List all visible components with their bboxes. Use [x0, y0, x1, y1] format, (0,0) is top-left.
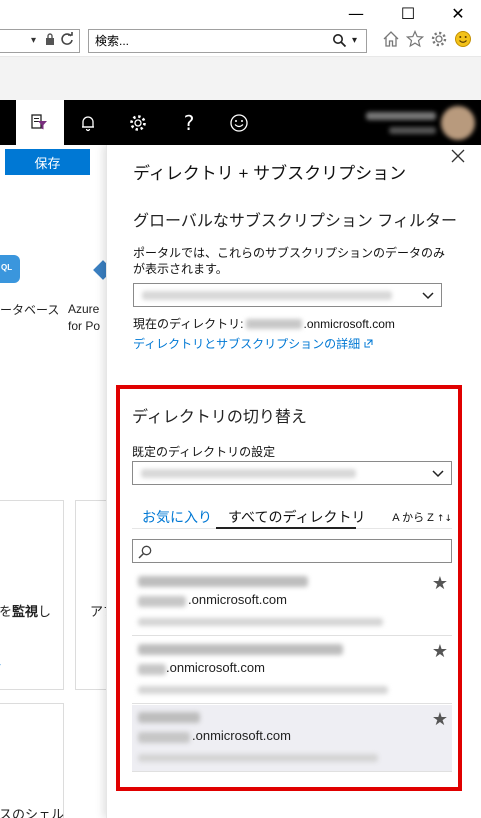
close-window-button[interactable]: ✕ — [446, 4, 470, 24]
favorites-star-icon[interactable] — [404, 29, 426, 52]
switch-directory-section: ディレクトリの切り替え 既定のディレクトリの設定 お気に入り すべてのディレクト… — [116, 385, 462, 791]
portal-settings-gear-icon[interactable] — [114, 100, 162, 145]
shell-tile-label: スのシェル — [0, 807, 65, 818]
user-account-menu[interactable] — [281, 100, 481, 145]
default-directory-label: 既定のディレクトリの設定 — [132, 445, 276, 459]
switch-directory-heading: ディレクトリの切り替え — [132, 409, 307, 426]
monitor-tile-label: を監視し — [0, 604, 52, 619]
browser-tab-strip — [0, 56, 481, 100]
search-icon — [138, 545, 152, 559]
database-tile-label: ータベース — [0, 303, 60, 317]
tab-all-directories[interactable]: すべてのディレクトリ — [228, 507, 365, 527]
azure-tile-sublabel: for Po — [68, 319, 101, 333]
directory-search-box[interactable] — [132, 539, 452, 563]
tab-favorites[interactable]: お気に入り — [142, 507, 212, 527]
close-icon — [451, 149, 465, 163]
lock-icon[interactable] — [45, 32, 55, 50]
chevron-down-icon — [422, 292, 434, 300]
subscription-filter-dropdown[interactable] — [133, 283, 442, 307]
browser-search-box[interactable]: ▾ — [88, 29, 367, 53]
default-directory-dropdown[interactable] — [132, 461, 452, 485]
directory-list-item[interactable]: .onmicrosoft.com ★ — [132, 569, 452, 636]
background-blade: 保存 QL ータベース Azure for Po を監視し › アプ スのシェル — [0, 145, 116, 818]
chevron-right-icon: › — [0, 657, 1, 671]
favorite-star-icon[interactable]: ★ — [432, 573, 448, 594]
address-dropdown-icon[interactable]: ▾ — [31, 35, 36, 46]
home-icon[interactable] — [380, 30, 402, 52]
favorite-star-icon[interactable]: ★ — [432, 641, 448, 662]
directory-domain: .onmicrosoft.com — [166, 660, 265, 675]
save-button[interactable]: 保存 — [5, 149, 90, 175]
window-controls: — ☐ ✕ — [0, 0, 481, 26]
directory-domain: .onmicrosoft.com — [188, 592, 287, 607]
directory-list-item-selected[interactable]: .onmicrosoft.com ★ — [132, 705, 452, 772]
shell-tile[interactable]: スのシェル — [0, 703, 64, 818]
directory-list-item[interactable]: .onmicrosoft.com ★ — [132, 637, 452, 704]
refresh-icon[interactable] — [60, 32, 74, 50]
sort-a-to-z-button[interactable]: A から Z ↑↓ — [392, 509, 452, 525]
search-input[interactable] — [95, 33, 325, 49]
maximize-button[interactable]: ☐ — [396, 4, 420, 24]
favorite-star-icon[interactable]: ★ — [432, 709, 448, 730]
avatar — [441, 106, 475, 140]
address-bar[interactable]: ▾ — [0, 29, 80, 53]
sort-icon: ↑↓ — [436, 514, 452, 524]
feedback-icon[interactable] — [215, 100, 263, 145]
directory-subscription-panel: ディレクトリ + サブスクリプション グローバルなサブスクリプション フィルター… — [106, 145, 481, 818]
azure-tile-label: Azure — [68, 302, 100, 316]
browser-toolbar: ▾ ▾ — [0, 26, 481, 56]
close-panel-button[interactable] — [451, 149, 471, 169]
external-link-icon — [364, 339, 373, 348]
current-directory: 現在のディレクトリ: .onmicrosoft.com — [133, 317, 395, 331]
monitor-tile[interactable]: を監視し › — [0, 500, 64, 690]
directory-filter-icon — [31, 114, 47, 130]
directory-tabs: お気に入り すべてのディレクトリ A から Z ↑↓ — [132, 503, 452, 529]
directory-domain: .onmicrosoft.com — [192, 728, 291, 743]
subscription-filter-description: ポータルでは、これらのサブスクリプションのデータのみが表示されます。 — [133, 246, 446, 276]
search-dropdown-icon[interactable]: ▾ — [352, 35, 357, 46]
notifications-bell-icon[interactable] — [64, 100, 112, 145]
directory-filter-button[interactable] — [16, 100, 64, 145]
subscription-filter-heading: グローバルなサブスクリプション フィルター — [133, 213, 457, 230]
help-icon[interactable]: ? — [165, 100, 213, 145]
directory-details-link[interactable]: ディレクトリとサブスクリプションの詳細 — [133, 335, 373, 352]
search-icon[interactable] — [332, 33, 347, 53]
portal-top-nav: ? — [0, 100, 481, 145]
settings-gear-icon[interactable] — [428, 30, 450, 52]
panel-title: ディレクトリ + サブスクリプション — [133, 164, 407, 183]
active-tab-indicator — [216, 527, 356, 529]
feedback-smiley-icon[interactable] — [452, 30, 474, 52]
sql-database-icon: QL — [0, 255, 20, 283]
directory-search-input[interactable] — [157, 543, 437, 559]
minimize-button[interactable]: — — [344, 4, 368, 24]
chevron-down-icon — [432, 470, 444, 478]
